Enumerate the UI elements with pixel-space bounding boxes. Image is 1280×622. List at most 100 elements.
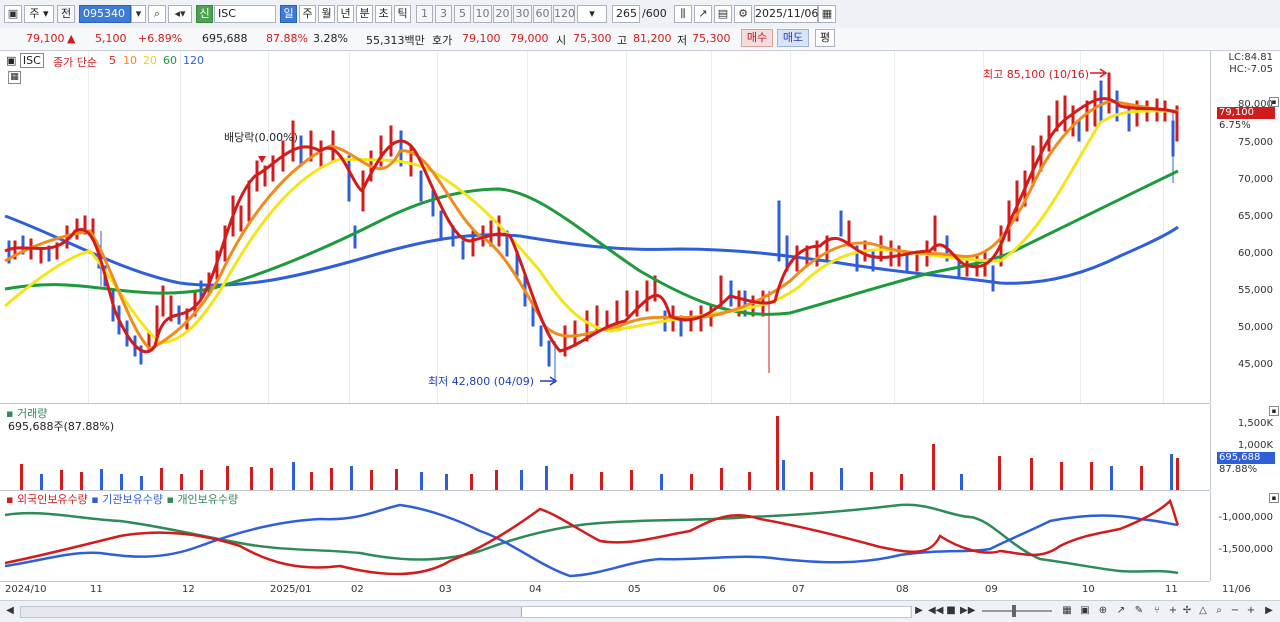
- indicator-icon[interactable]: ↗: [694, 5, 712, 23]
- cross-icon[interactable]: ✢: [1180, 604, 1194, 618]
- high-label: 고: [617, 34, 628, 47]
- tab-day[interactable]: 일: [280, 5, 297, 23]
- prev-button[interactable]: 전: [57, 5, 75, 23]
- individual-holdings-line: [4, 503, 1179, 575]
- x-label-05: 05: [628, 584, 641, 595]
- fork-icon[interactable]: ⑂: [1150, 604, 1164, 618]
- trend-icon[interactable]: ↗: [1114, 604, 1128, 618]
- period-select[interactable]: 주 ▾: [24, 5, 54, 23]
- holdings-label-1: -1,000,000: [1218, 512, 1273, 523]
- plus-icon[interactable]: +: [1166, 604, 1180, 618]
- x-label-11: 11: [90, 584, 103, 595]
- dividend-annotation: 배당락(0.00%): [224, 131, 298, 144]
- tab-tick[interactable]: 틱: [394, 5, 411, 23]
- layout-select-icon[interactable]: ▣: [1078, 604, 1092, 618]
- volume-ratio: 87.88%: [266, 32, 308, 45]
- scrollbar-thumb[interactable]: [521, 607, 910, 617]
- evaluate-button[interactable]: 평: [815, 29, 835, 47]
- interval-120[interactable]: 120: [553, 5, 575, 23]
- buy-button[interactable]: 매수: [741, 29, 773, 47]
- open-price: 75,300: [573, 32, 612, 45]
- open-label: 시: [556, 34, 567, 47]
- change-up-icon: ▲: [67, 32, 76, 45]
- interval-5[interactable]: 5: [454, 5, 471, 23]
- zoom-slider[interactable]: [982, 605, 1052, 617]
- x-label-07: 07: [792, 584, 805, 595]
- x-label-12: 12: [182, 584, 195, 595]
- volume-menu-icon[interactable]: ▪: [1269, 406, 1279, 416]
- settings-gear-icon[interactable]: ⚙: [734, 5, 752, 23]
- y-label-50000: 50,000: [1238, 322, 1273, 333]
- legend-ma120: 120: [183, 54, 204, 67]
- code-dropdown-icon[interactable]: ▾: [131, 5, 146, 23]
- low-label: 저: [677, 34, 688, 47]
- holdings-menu-icon[interactable]: ▪: [1269, 493, 1279, 503]
- stock-code-input[interactable]: 095340: [79, 5, 131, 23]
- interval-1[interactable]: 1: [416, 5, 433, 23]
- current-price-box: 79,100: [1217, 107, 1275, 119]
- speaker-icon[interactable]: ◂▾: [168, 5, 192, 23]
- legend-ma10: 10: [123, 54, 137, 67]
- foreign-holdings-line: [4, 498, 1180, 576]
- x-label-10: 10: [1082, 584, 1095, 595]
- holdings-pane[interactable]: ▪ 외국인보유수량 ▪ 기관보유수량 ▪ 개인보유수량: [0, 491, 1210, 582]
- tab-minute[interactable]: 분: [356, 5, 373, 23]
- quote-bar: 79,100 ▲ 5,100 +6.89% 695,688 87.88% 3.2…: [0, 28, 1280, 51]
- current-price: 79,100: [26, 32, 65, 45]
- stock-name-field[interactable]: ISC: [214, 5, 276, 23]
- candlesticks: [7, 72, 1179, 383]
- scroll-end-icon[interactable]: ▶: [1262, 604, 1276, 618]
- stock-badge: 신: [196, 5, 213, 23]
- scroll-left-icon[interactable]: ◀: [3, 604, 17, 618]
- holdings-label-2: -1,500,000: [1218, 544, 1273, 555]
- price-axis[interactable]: LC:84.81 HC:-7.05 80,000 75,000 70,000 6…: [1210, 51, 1280, 403]
- change-amount: 5,100: [95, 32, 127, 45]
- custom-interval-select[interactable]: ▾: [577, 5, 607, 23]
- drawing-icon[interactable]: ✎: [1132, 604, 1146, 618]
- interval-10[interactable]: 10: [473, 5, 492, 23]
- rewind-icon[interactable]: ◀◀: [928, 604, 943, 618]
- grid-icon[interactable]: ▦: [1060, 604, 1074, 618]
- tab-month[interactable]: 월: [318, 5, 335, 23]
- interval-30[interactable]: 30: [513, 5, 532, 23]
- zoom-slider-handle[interactable]: [1012, 605, 1016, 617]
- scroll-right-icon[interactable]: ▶: [912, 604, 926, 618]
- interval-60[interactable]: 60: [533, 5, 552, 23]
- change-percent: +6.89%: [138, 32, 183, 45]
- zoom-icon[interactable]: ⌕: [1212, 604, 1226, 618]
- tab-week[interactable]: 주: [299, 5, 316, 23]
- calendar-icon[interactable]: ▦: [818, 5, 836, 23]
- search-icon[interactable]: ⌕: [148, 5, 166, 23]
- sell-button[interactable]: 매도: [777, 29, 809, 47]
- interval-3[interactable]: 3: [435, 5, 452, 23]
- institution-holdings-line: [4, 503, 1179, 578]
- zoom-out-icon[interactable]: −: [1228, 604, 1242, 618]
- save-icon[interactable]: ▤: [714, 5, 732, 23]
- count-input[interactable]: 265: [612, 5, 640, 23]
- y-label-55000: 55,000: [1238, 285, 1273, 296]
- holdings-axis[interactable]: -1,000,000 -1,500,000 ▪: [1210, 491, 1280, 581]
- horizontal-scrollbar[interactable]: [20, 606, 912, 618]
- crosshair-icon[interactable]: ⊕: [1096, 604, 1110, 618]
- layout-icon[interactable]: ▣: [4, 5, 22, 23]
- zoom-in-icon[interactable]: +: [1244, 604, 1258, 618]
- pane-menu-icon[interactable]: ▪: [1269, 97, 1279, 107]
- price-pane[interactable]: ▣ ISC 종가 단순 5 10 20 60 120 ▦ 배당락(0.00%) …: [0, 51, 1210, 404]
- volume-pane[interactable]: ▪ 거래량 695,688주(87.88%): [0, 404, 1210, 491]
- volume-axis[interactable]: 1,500K 1,000K 695,688 87.88% ▪: [1210, 404, 1280, 490]
- mountain-icon[interactable]: △: [1196, 604, 1210, 618]
- ticker-box[interactable]: ▣ ISC: [6, 53, 44, 68]
- y-label-60000: 60,000: [1238, 248, 1273, 259]
- tab-second[interactable]: 초: [375, 5, 392, 23]
- tab-year[interactable]: 년: [337, 5, 354, 23]
- table-icon[interactable]: ▦: [8, 71, 21, 84]
- stop-icon[interactable]: ■: [944, 604, 958, 618]
- date-input[interactable]: 2025/11/06: [754, 5, 818, 23]
- interval-20[interactable]: 20: [493, 5, 512, 23]
- low-price: 75,300: [692, 32, 731, 45]
- play-icon[interactable]: ▶▶: [960, 604, 975, 618]
- x-label-11b: 11: [1165, 584, 1178, 595]
- candle-type-icon[interactable]: ⫼: [674, 5, 692, 23]
- price-chart-svg: [4, 68, 1179, 386]
- x-label-2024-10: 2024/10: [5, 584, 47, 595]
